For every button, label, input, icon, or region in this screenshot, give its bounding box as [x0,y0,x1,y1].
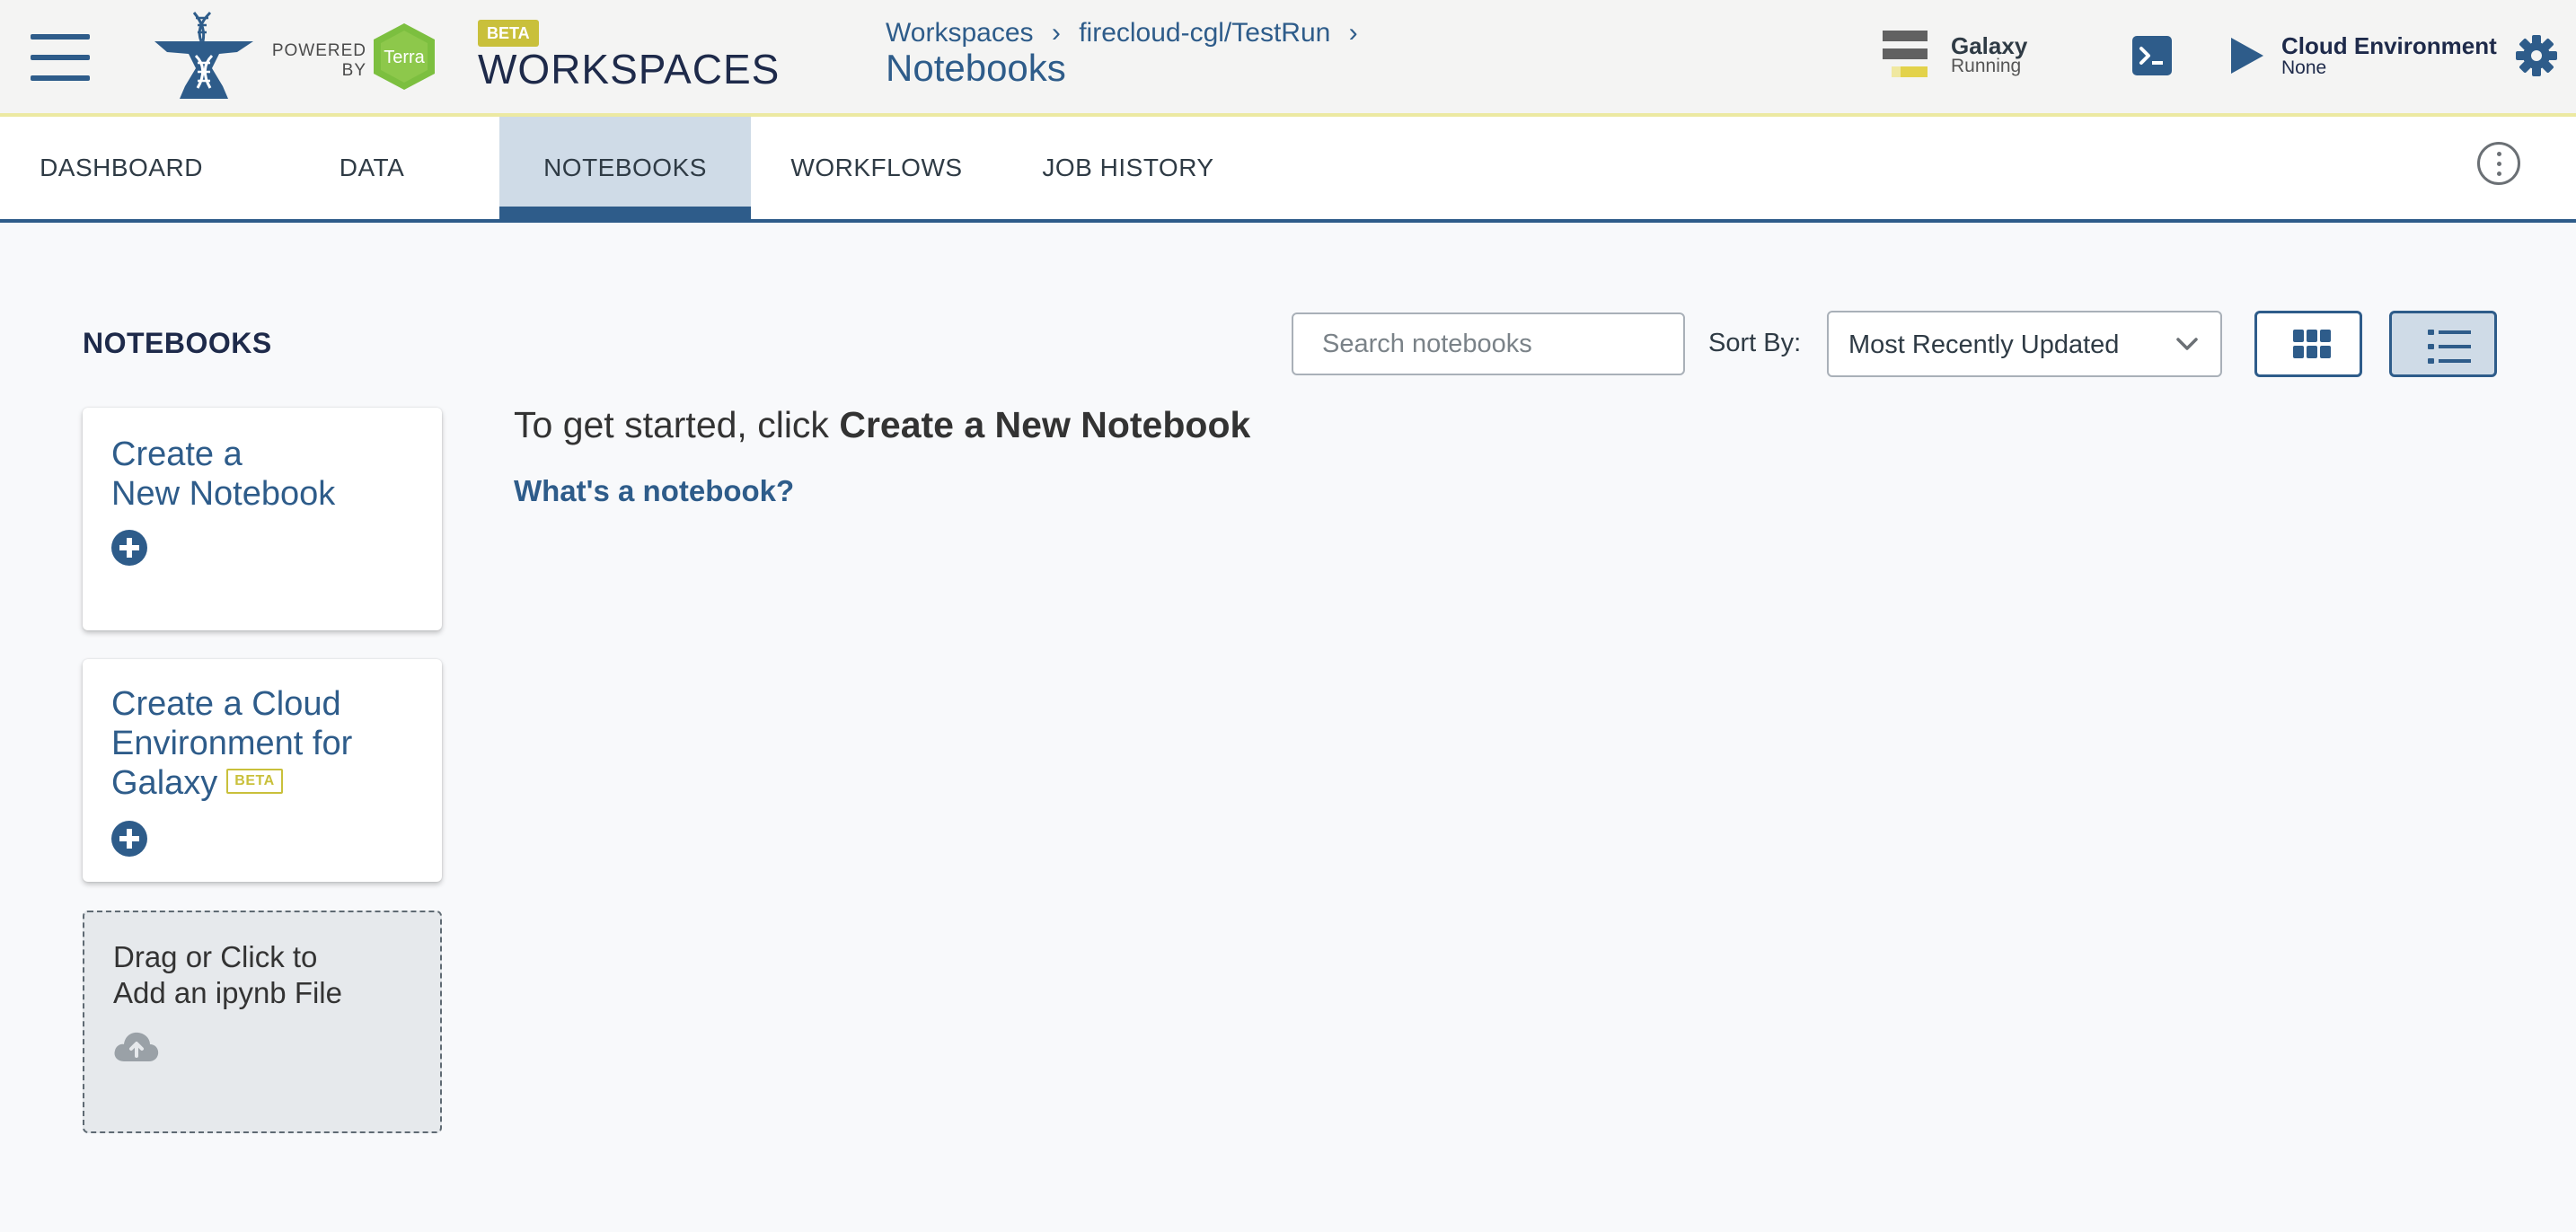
tab-job-history[interactable]: JOB HISTORY [1020,117,1236,219]
getting-started-message: To get started, click Create a New Noteb… [514,404,1251,445]
gear-icon[interactable] [2515,34,2558,77]
list-view-button[interactable] [2389,311,2497,377]
create-notebook-title: Create a New Notebook [111,436,336,513]
breadcrumb-separator: › [1348,18,1358,48]
anvil-dna-logo-icon[interactable] [146,9,262,102]
galaxy-app-status: Running [1951,56,2022,76]
beta-badge: BETA [478,20,539,47]
terminal-icon[interactable] [2132,36,2172,75]
play-icon[interactable] [2229,36,2265,75]
list-view-icon [2428,330,2471,364]
grid-view-icon [2293,330,2331,358]
grid-view-button[interactable] [2254,311,2362,377]
terra-logo-text: Terra [384,48,425,67]
breadcrumb-separator: › [1051,18,1061,48]
plus-circle-icon [111,821,147,857]
chevron-down-icon [2176,338,2198,350]
tab-workflows[interactable]: WORKFLOWS [769,117,984,219]
create-new-notebook-card[interactable]: Create a New Notebook [83,408,442,630]
notebooks-section-title: NOTEBOOKS [83,327,272,359]
breadcrumb-workspaces-link[interactable]: Workspaces [886,18,1034,48]
app-title: WORKSPACES [478,46,781,92]
cloud-environment-status: None [2281,57,2327,78]
plus-circle-icon [111,530,147,566]
tab-notebooks[interactable]: NOTEBOOKS [499,117,751,219]
create-cloud-environment-title: Create a Cloud Environment for Galaxy BET… [111,685,353,802]
app-header: POWERED BY Terra BETA WORKSPACES Workspa… [0,0,2576,117]
hamburger-menu-icon[interactable] [31,34,90,81]
whats-a-notebook-link[interactable]: What's a notebook? [514,474,794,508]
dropzone-label: Drag or Click to Add an ipynb File [113,940,342,1009]
cloud-upload-icon [114,1032,159,1061]
cloud-environment-name[interactable]: Cloud Environment [2281,32,2497,60]
terra-hexagon-logo-icon[interactable]: Terra [370,22,438,92]
sort-selected-value: Most Recently Updated [1848,330,2120,359]
breadcrumb: Workspaces › firecloud-cgl/TestRun › [886,18,1369,48]
workspace-tab-bar: DASHBOARD DATA NOTEBOOKS WORKFLOWS JOB H… [0,117,2576,223]
tab-data[interactable]: DATA [243,117,501,219]
search-notebooks-input[interactable] [1292,312,1685,375]
sort-by-label: Sort By: [1708,329,1802,357]
beta-tag: BETA [226,768,283,794]
powered-by-label: POWERED BY [271,41,366,80]
tab-dashboard[interactable]: DASHBOARD [0,117,243,219]
sort-by-select[interactable]: Most Recently Updated [1827,311,2222,377]
page-title: Notebooks [886,47,1066,89]
create-cloud-environment-card[interactable]: Create a Cloud Environment for Galaxy BET… [83,659,442,882]
breadcrumb-workspace-link[interactable]: firecloud-cgl/TestRun [1079,18,1330,48]
kebab-menu-icon[interactable] [2477,142,2520,185]
ipynb-upload-dropzone[interactable]: Drag or Click to Add an ipynb File [83,911,442,1133]
galaxy-logo-icon[interactable] [1883,31,1929,81]
